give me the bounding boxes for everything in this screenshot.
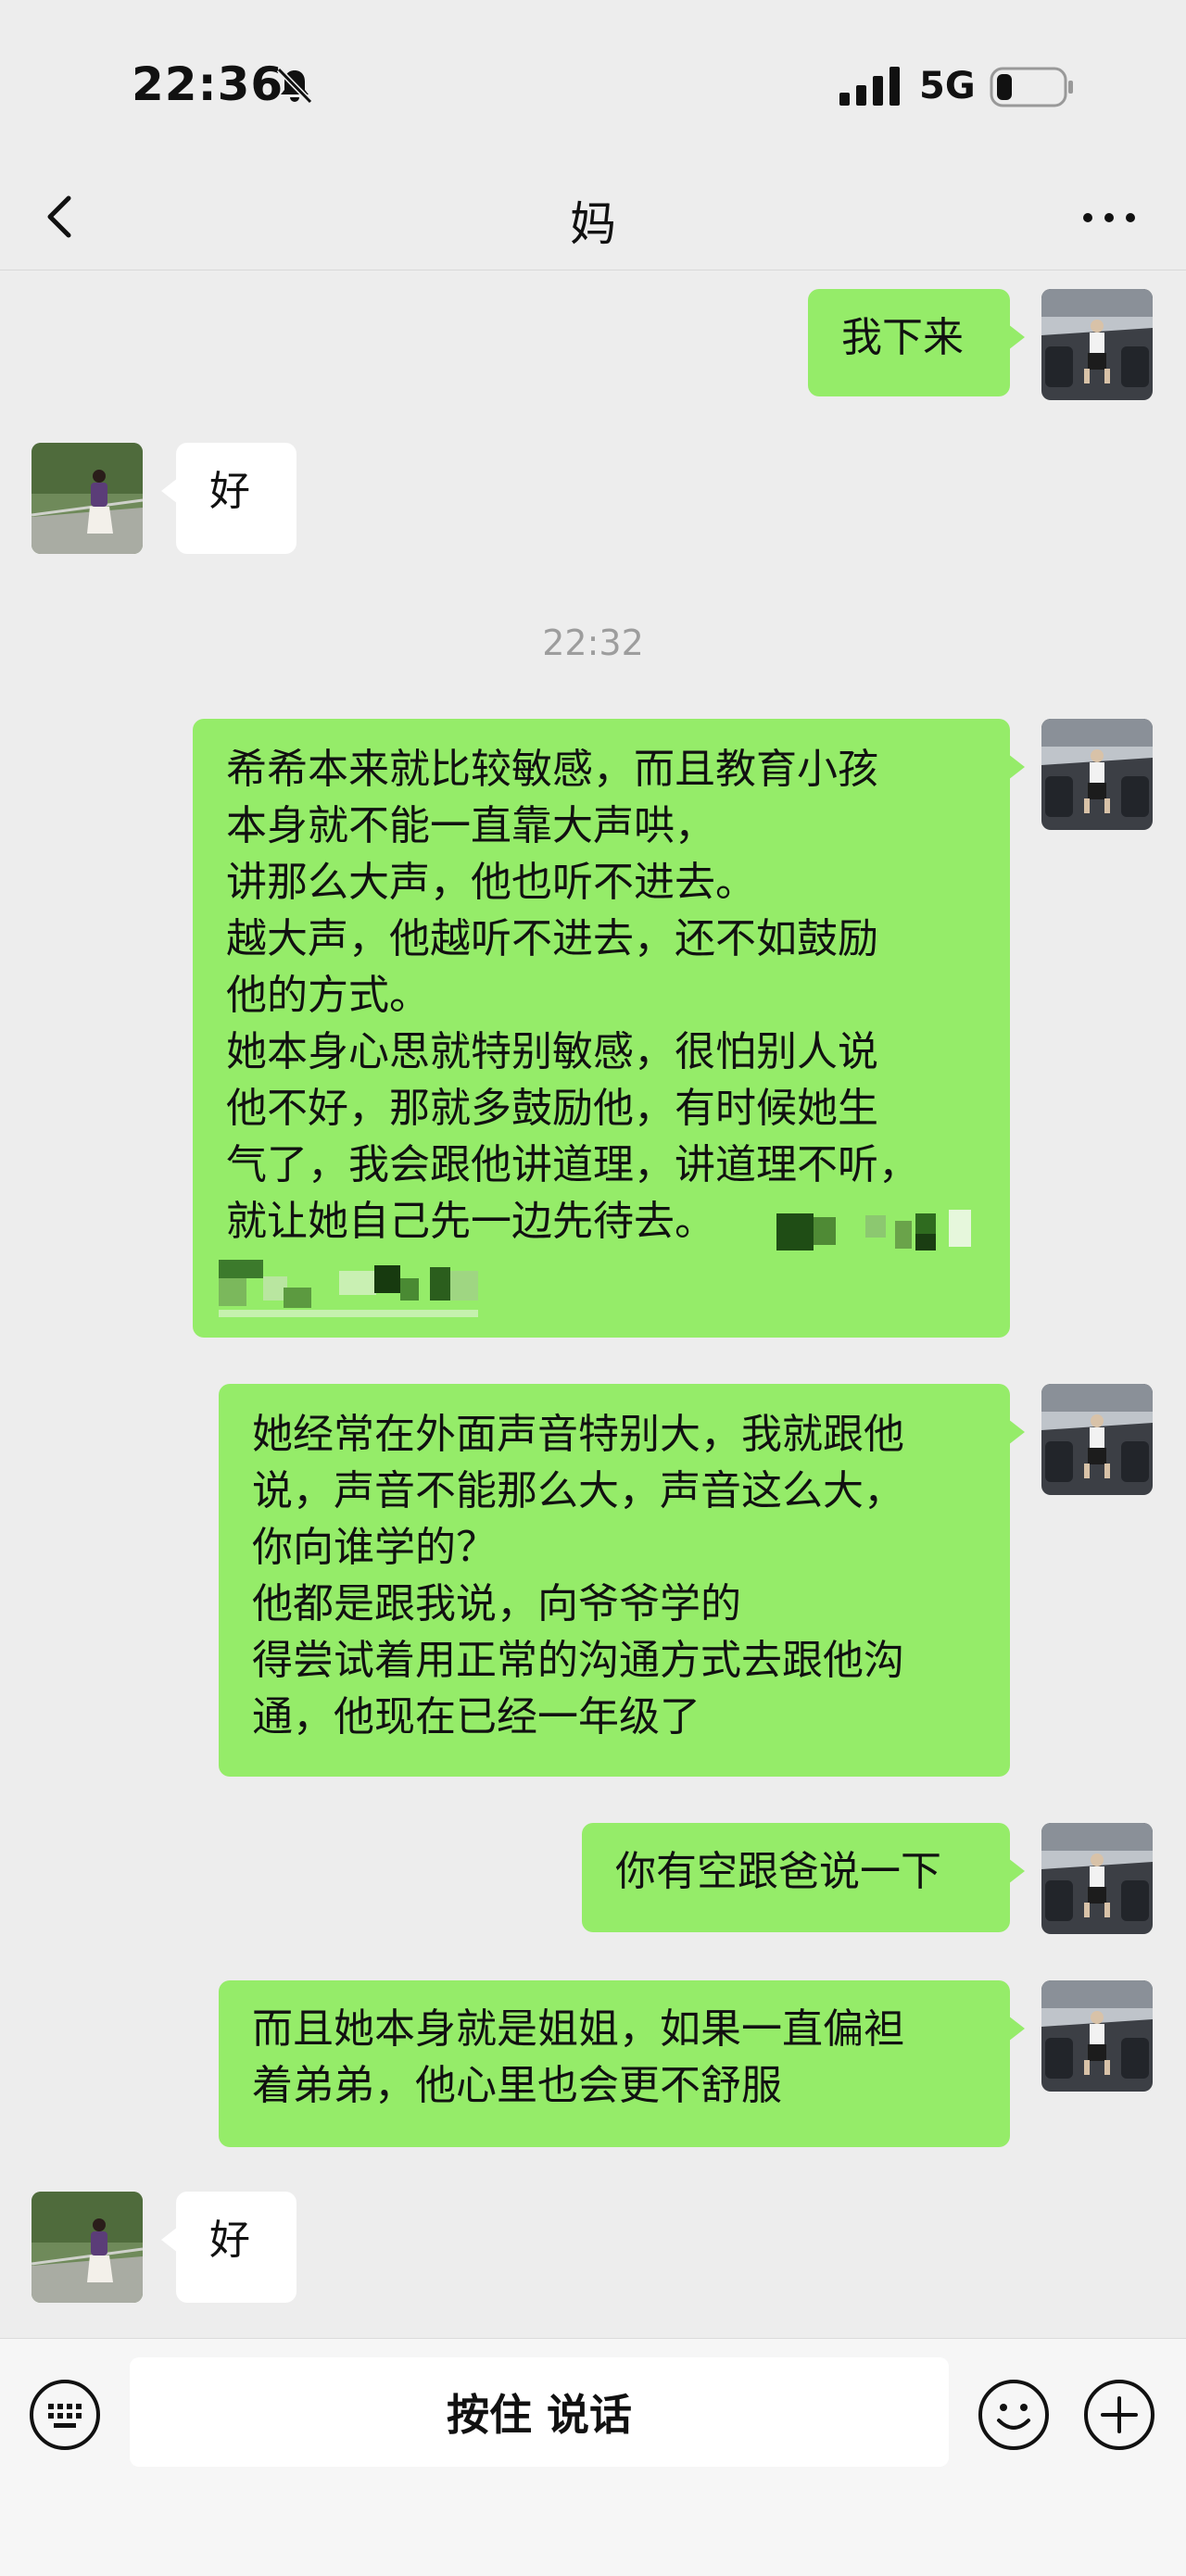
- cellular-signal-icon: [839, 67, 900, 106]
- plus-icon[interactable]: [1082, 2378, 1156, 2452]
- avatar[interactable]: [1041, 289, 1153, 400]
- avatar[interactable]: [1041, 1980, 1153, 2092]
- avatar[interactable]: [1041, 1384, 1153, 1495]
- message-text: 说，声音不能那么大，声音这么大，: [252, 1467, 904, 1514]
- message-bubble-outgoing[interactable]: 你有空跟爸说一下: [582, 1823, 1025, 1932]
- message-text: 着弟弟，他心里也会更不舒服: [252, 2062, 782, 2109]
- message-text: 他都是跟我说，向爷爷学的: [252, 1580, 741, 1627]
- message-text: 通，他现在已经一年级了: [252, 1693, 700, 1740]
- message-text: 你有空跟爸说一下: [615, 1848, 941, 1895]
- message-bubble-incoming[interactable]: 好: [161, 443, 296, 554]
- message-bubble-outgoing[interactable]: 我下来: [808, 289, 1025, 396]
- message-bubble-outgoing[interactable]: 她经常在外面声音特别大，我就跟他 说，声音不能那么大，声音这么大， 你向谁学的？…: [219, 1384, 1025, 1777]
- message-text: 本身就不能一直靠大声哄，: [226, 802, 715, 849]
- message-text: 讲那么大声，他也听不进去。: [226, 859, 756, 906]
- hold-to-talk-button[interactable]: 按住 说话: [130, 2357, 949, 2467]
- message-text: 越大声，他越听不进去，还不如鼓励: [226, 915, 878, 962]
- message-bubble-outgoing[interactable]: 希希本来就比较敏感，而且教育小孩 本身就不能一直靠大声哄， 讲那么大声，他也听不…: [193, 719, 1025, 1338]
- pixelated-redaction: [219, 1260, 552, 1317]
- message-text: 她经常在外面声音特别大，我就跟他: [252, 1411, 904, 1458]
- avatar[interactable]: [1041, 1823, 1153, 1934]
- timestamp: 22:32: [542, 622, 644, 663]
- message-text: 你向谁学的？: [252, 1524, 497, 1571]
- message-text: 而且她本身就是姐姐，如果一直偏袒: [252, 2005, 904, 2053]
- message-text: 我下来: [841, 314, 964, 361]
- message-bubble-incoming[interactable]: 好: [161, 2192, 296, 2303]
- message-text: 希希本来就比较敏感，而且教育小孩: [226, 746, 878, 793]
- chat-title: 妈: [570, 197, 616, 251]
- keyboard-icon[interactable]: [28, 2378, 102, 2452]
- pixelated-redaction: [776, 1210, 980, 1256]
- avatar[interactable]: [32, 443, 143, 554]
- emoji-icon[interactable]: [977, 2378, 1051, 2452]
- avatar[interactable]: [32, 2192, 143, 2303]
- input-bar: 按住 说话: [0, 2338, 1186, 2576]
- chat-screen: 22:36 5G 妈 我下来 好 22:32 希希本来就比较敏感，而且教育小孩 …: [0, 0, 1186, 2576]
- more-dots-icon[interactable]: [1077, 195, 1142, 241]
- chat-header: 妈: [0, 167, 1186, 270]
- message-text: 她本身心思就特别敏感，很怕别人说: [226, 1028, 878, 1075]
- message-text: 得尝试着用正常的沟通方式去跟他沟: [252, 1637, 904, 1684]
- avatar[interactable]: [1041, 719, 1153, 830]
- battery-icon: [990, 67, 1073, 107]
- mute-bell-icon: [276, 67, 313, 105]
- status-time: 22:36: [132, 57, 284, 111]
- message-bubble-outgoing[interactable]: 而且她本身就是姐姐，如果一直偏袒 着弟弟，他心里也会更不舒服: [219, 1980, 1025, 2147]
- message-text: 他的方式。: [226, 972, 430, 1019]
- network-type: 5G: [919, 65, 976, 107]
- message-text: 好: [209, 468, 250, 515]
- message-text: 他不好，那就多鼓励他，有时候她生: [226, 1085, 878, 1132]
- message-text: 好: [209, 2217, 250, 2264]
- status-bar: 22:36 5G: [0, 0, 1186, 167]
- message-text: 气了，我会跟他讲道理，讲道理不听，: [226, 1141, 919, 1188]
